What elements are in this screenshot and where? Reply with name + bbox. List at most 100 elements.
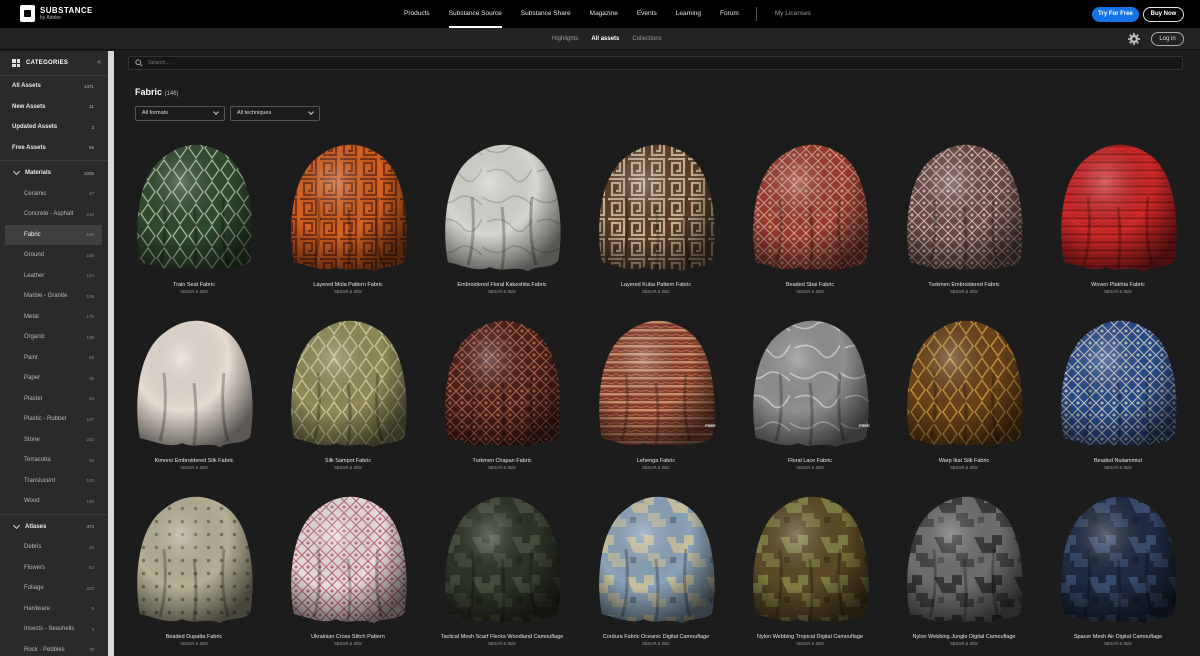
asset-card[interactable]: Layered Kuba Pattern Fabric SBSAR & SBS (576, 137, 726, 307)
sidebar-group-materials[interactable]: Materials 1005 (0, 163, 108, 184)
asset-card[interactable]: Kimono Embroidered Silk Fabric SBSAR & S… (114, 313, 264, 483)
sidebar-item-ceramic[interactable]: Ceramic 47 (0, 184, 108, 205)
techniques-dropdown[interactable]: All techniques (230, 106, 320, 121)
asset-name[interactable]: Floral Lace Fabric (730, 458, 890, 464)
asset-card[interactable]: Beaded Nuiiammiut SBSAR & SBS (1038, 313, 1188, 483)
asset-name[interactable]: Woven Plakhta Fabric (1038, 282, 1198, 288)
asset-card[interactable]: Cordura Fabric Oceanic Digital Camouflag… (576, 489, 726, 656)
asset-name[interactable]: Train Seat Fabric (114, 282, 274, 288)
asset-name[interactable]: Spacer Mesh Air Digital Camouflage (1038, 634, 1198, 640)
asset-card[interactable]: Layered Mola Pattern Fabric SBSAR & SBS (268, 137, 418, 307)
search-input[interactable]: Search... (148, 60, 170, 66)
sidebar-item-translucent[interactable]: Translucent 103 (0, 471, 108, 492)
nav-magazine[interactable]: Magazine (590, 0, 618, 28)
sidebar-item-foliage[interactable]: Foliage 220 (0, 578, 108, 599)
buy-now-button[interactable]: Buy Now (1143, 7, 1184, 22)
sidebar-item-rock-pebbles[interactable]: Rock - Pebbles 78 (0, 640, 108, 656)
asset-thumbnail[interactable] (1048, 313, 1188, 453)
asset-name[interactable]: Ukrainian Cross Stitch Pattern (268, 634, 428, 640)
asset-name[interactable]: Kimono Embroidered Silk Fabric (114, 458, 274, 464)
asset-card[interactable]: Spacer Mesh Air Digital Camouflage SBSAR… (1038, 489, 1188, 656)
sidebar-item-hardware[interactable]: Hardware 9 (0, 599, 108, 620)
asset-thumbnail[interactable] (432, 313, 572, 453)
asset-card[interactable]: Beaded Sbai Fabric SBSAR & SBS (730, 137, 880, 307)
asset-name[interactable]: Beaded Nuiiammiut (1038, 458, 1198, 464)
sidebar-item-plaster[interactable]: Plaster 44 (0, 389, 108, 410)
sidebar-item-paper[interactable]: Paper 35 (0, 368, 108, 389)
asset-name[interactable]: Beaded Sbai Fabric (730, 282, 890, 288)
try-for-free-button[interactable]: Try For Free (1092, 7, 1139, 22)
nav-forum[interactable]: Forum (720, 0, 739, 28)
asset-thumbnail[interactable] (278, 313, 418, 453)
sidebar-item-new-assets[interactable]: New Assets 31 (0, 97, 108, 118)
sidebar-item-fabric[interactable]: Fabric 146 (5, 224, 102, 245)
asset-name[interactable]: Lehenga Fabric (576, 458, 736, 464)
asset-name[interactable]: Silk Sampot Fabric (268, 458, 428, 464)
asset-thumbnail[interactable] (1048, 489, 1188, 629)
asset-thumbnail[interactable] (894, 489, 1034, 629)
search-bar[interactable]: Search... (128, 56, 1183, 70)
asset-thumbnail[interactable] (278, 137, 418, 277)
asset-card[interactable]: Tactical Mesh Scarf Flecks Woodland Camo… (422, 489, 572, 656)
nav-my-licenses[interactable]: My Licenses (775, 0, 811, 28)
asset-thumbnail[interactable] (432, 489, 572, 629)
chevron-down-icon[interactable] (12, 521, 21, 529)
sidebar-item-updated-assets[interactable]: Updated Assets 3 (0, 117, 108, 138)
tab-collections[interactable]: Collections (632, 36, 661, 42)
sidebar-item-insects-seashells[interactable]: Insects - Seashells 3 (0, 619, 108, 640)
asset-card[interactable]: Turkmen Chapan Fabric SBSAR & SBS (422, 313, 572, 483)
sidebar-item-plastic-rubber[interactable]: Plastic - Rubber 107 (0, 409, 108, 430)
nav-events[interactable]: Events (637, 0, 657, 28)
substance-logo[interactable]: SUBSTANCE by Adobe (20, 5, 93, 22)
sidebar-item-organic[interactable]: Organic 108 (0, 327, 108, 348)
nav-learning[interactable]: Learning (676, 0, 701, 28)
asset-thumbnail[interactable] (894, 137, 1034, 277)
asset-thumbnail[interactable] (124, 137, 264, 277)
nav-substance-share[interactable]: Substance Share (521, 0, 571, 28)
asset-thumbnail[interactable] (586, 489, 726, 629)
asset-card[interactable]: Lehenga Fabric SBSAR & SBS FREE (576, 313, 726, 483)
asset-thumbnail[interactable] (740, 137, 880, 277)
sidebar-group-atlases[interactable]: Atlases 474 (0, 517, 108, 538)
sidebar-item-wood[interactable]: Wood 150 (0, 491, 108, 512)
asset-name[interactable]: Cordura Fabric Oceanic Digital Camouflag… (576, 634, 736, 640)
login-button[interactable]: Log in (1151, 32, 1184, 46)
asset-thumbnail[interactable] (586, 313, 726, 453)
tab-all-assets[interactable]: All assets (591, 36, 619, 42)
gear-icon[interactable] (1127, 32, 1141, 46)
asset-name[interactable]: Tactical Mesh Scarf Flecks Woodland Camo… (422, 634, 582, 640)
asset-thumbnail[interactable] (124, 489, 264, 629)
sidebar-item-terracotta[interactable]: Terracotta 50 (0, 450, 108, 471)
sidebar-item-flowers[interactable]: Flowers 52 (0, 558, 108, 579)
formats-dropdown[interactable]: All formats (135, 106, 225, 121)
asset-card[interactable]: Nylon Webbing Jungle Digital Camouflage … (884, 489, 1034, 656)
sidebar-item-paint[interactable]: Paint 58 (0, 348, 108, 369)
asset-thumbnail[interactable] (586, 137, 726, 277)
asset-thumbnail[interactable] (894, 313, 1034, 453)
sidebar-item-debris[interactable]: Debris 33 (0, 537, 108, 558)
asset-thumbnail[interactable] (740, 489, 880, 629)
asset-name[interactable]: Nylon Webbing Tropical Digital Camouflag… (730, 634, 890, 640)
asset-name[interactable]: Layered Mola Pattern Fabric (268, 282, 428, 288)
tab-highlights[interactable]: Highlights (552, 36, 578, 42)
asset-name[interactable]: Turkmen Embroidered Fabric (884, 282, 1044, 288)
nav-substance-source[interactable]: Substance Source (448, 0, 502, 28)
asset-thumbnail[interactable] (278, 489, 418, 629)
chevron-down-icon[interactable] (12, 168, 21, 176)
asset-card[interactable]: Embroidered Floral Kakeshita Fabric SBSA… (422, 137, 572, 307)
asset-thumbnail[interactable] (1048, 137, 1188, 277)
asset-card[interactable]: Woven Plakhta Fabric SBSAR & SBS (1038, 137, 1188, 307)
asset-name[interactable]: Embroidered Floral Kakeshita Fabric (422, 282, 582, 288)
asset-card[interactable]: Warp Ikat Silk Fabric SBSAR & SBS (884, 313, 1034, 483)
asset-card[interactable]: Ukrainian Cross Stitch Pattern SBSAR & S… (268, 489, 418, 656)
sidebar-item-leather[interactable]: Leather 104 (0, 266, 108, 287)
sidebar-item-metal[interactable]: Metal 176 (0, 307, 108, 328)
asset-card[interactable]: Turkmen Embroidered Fabric SBSAR & SBS (884, 137, 1034, 307)
sidebar-item-concrete-asphalt[interactable]: Concrete - Asphalt 210 (0, 204, 108, 225)
asset-thumbnail[interactable] (124, 313, 264, 453)
asset-name[interactable]: Layered Kuba Pattern Fabric (576, 282, 736, 288)
sidebar-item-all-assets[interactable]: All Assets 1471 (0, 76, 108, 97)
asset-thumbnail[interactable] (740, 313, 880, 453)
asset-name[interactable]: Nylon Webbing Jungle Digital Camouflage (884, 634, 1044, 640)
sidebar-item-free-assets[interactable]: Free Assets 56 (0, 138, 108, 159)
